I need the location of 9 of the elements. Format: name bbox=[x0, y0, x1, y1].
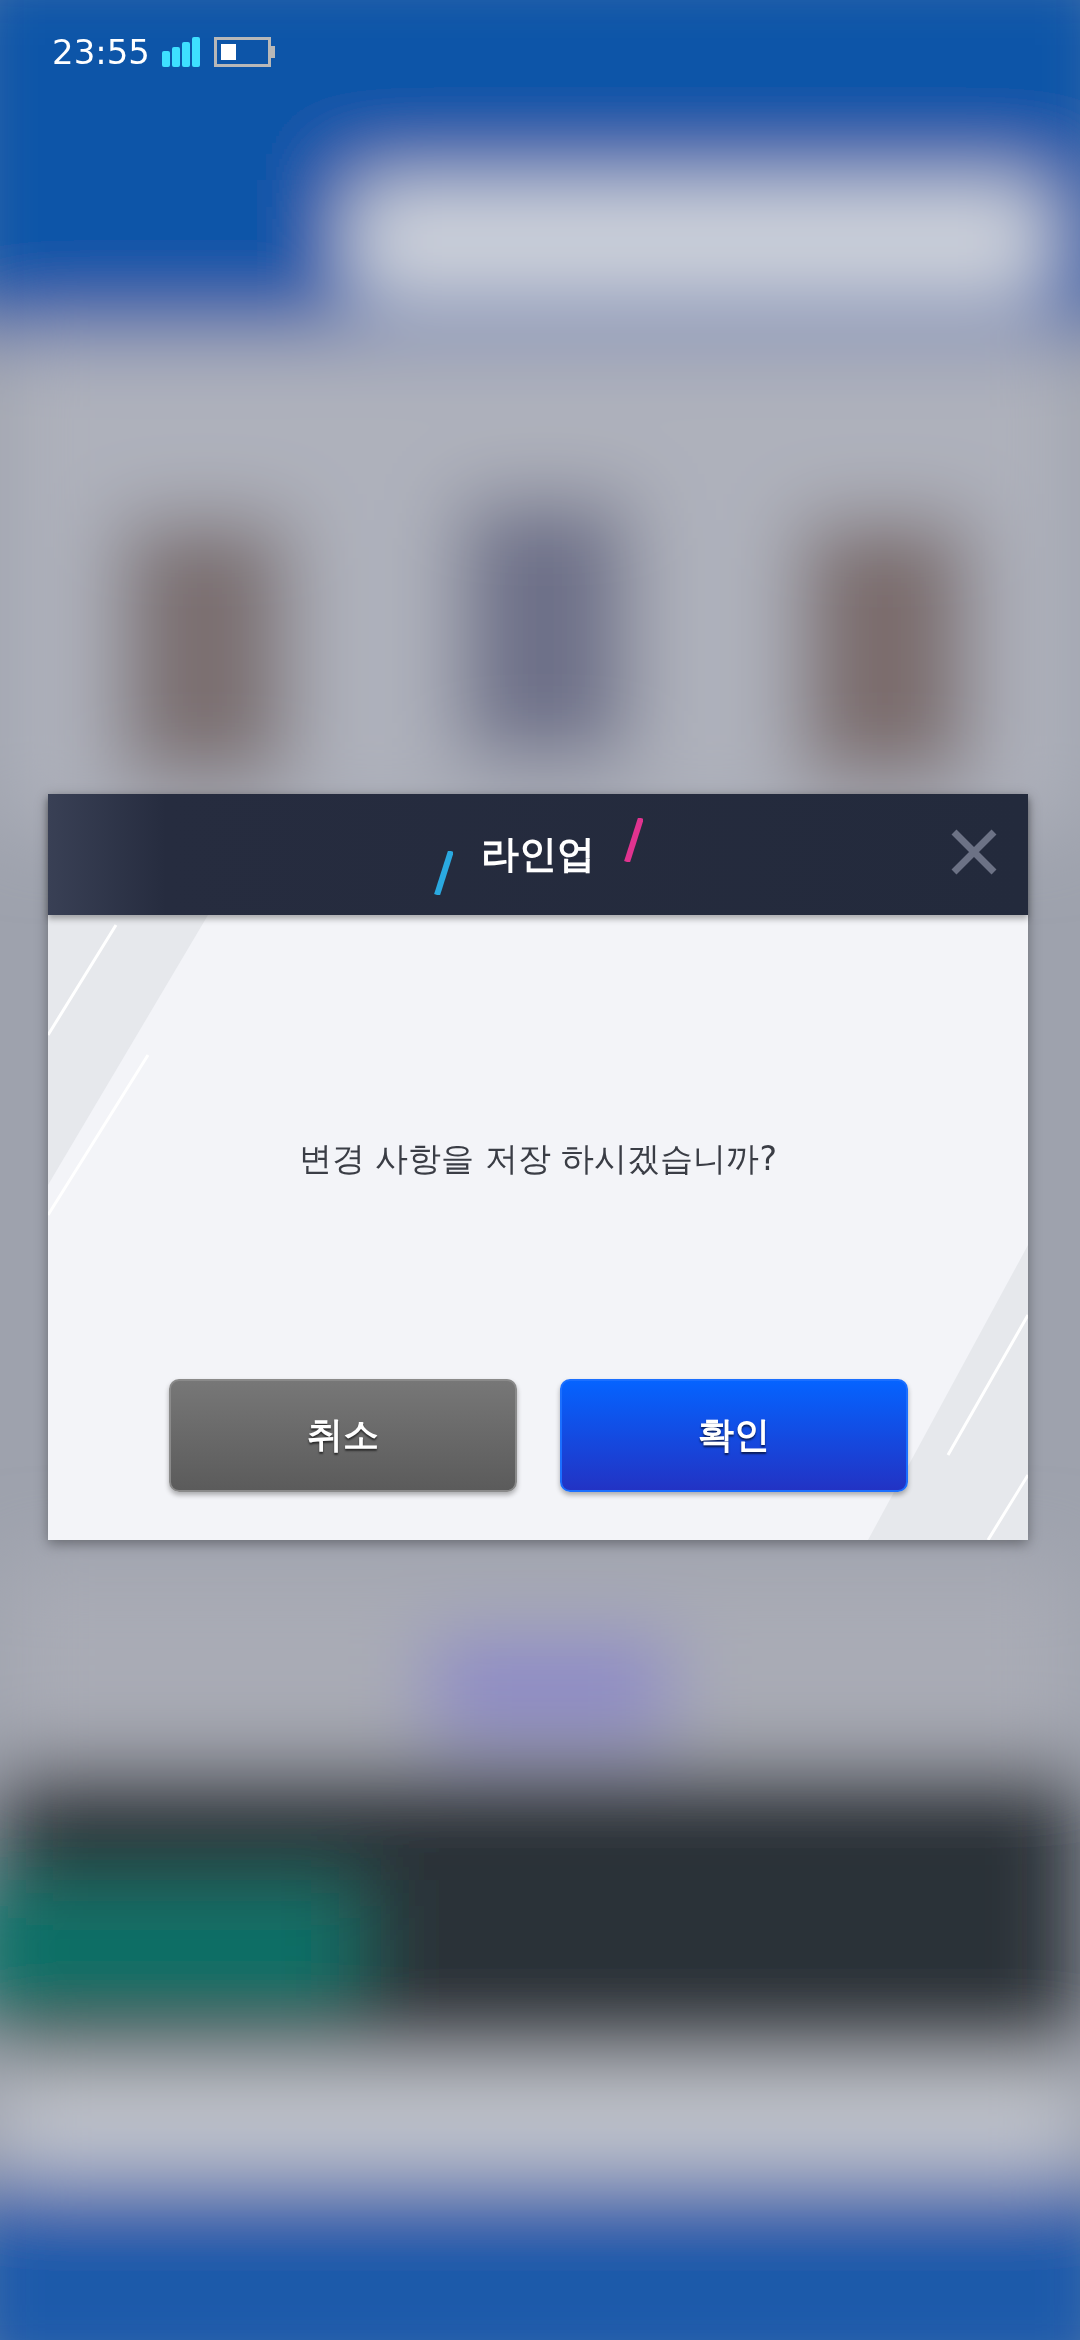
cancel-button[interactable]: 취소 bbox=[168, 1379, 517, 1492]
battery-icon bbox=[214, 37, 276, 67]
slash-icon bbox=[433, 850, 453, 895]
confirm-button[interactable]: 확인 bbox=[559, 1379, 908, 1492]
slash-icon bbox=[623, 817, 643, 862]
signal-icon bbox=[162, 37, 202, 67]
dialog-message: 변경 사항을 저장 하시겠습니까? bbox=[299, 1138, 777, 1180]
dialog-title: 라인업 bbox=[481, 831, 595, 878]
clock-time: 23:55 bbox=[52, 32, 150, 72]
